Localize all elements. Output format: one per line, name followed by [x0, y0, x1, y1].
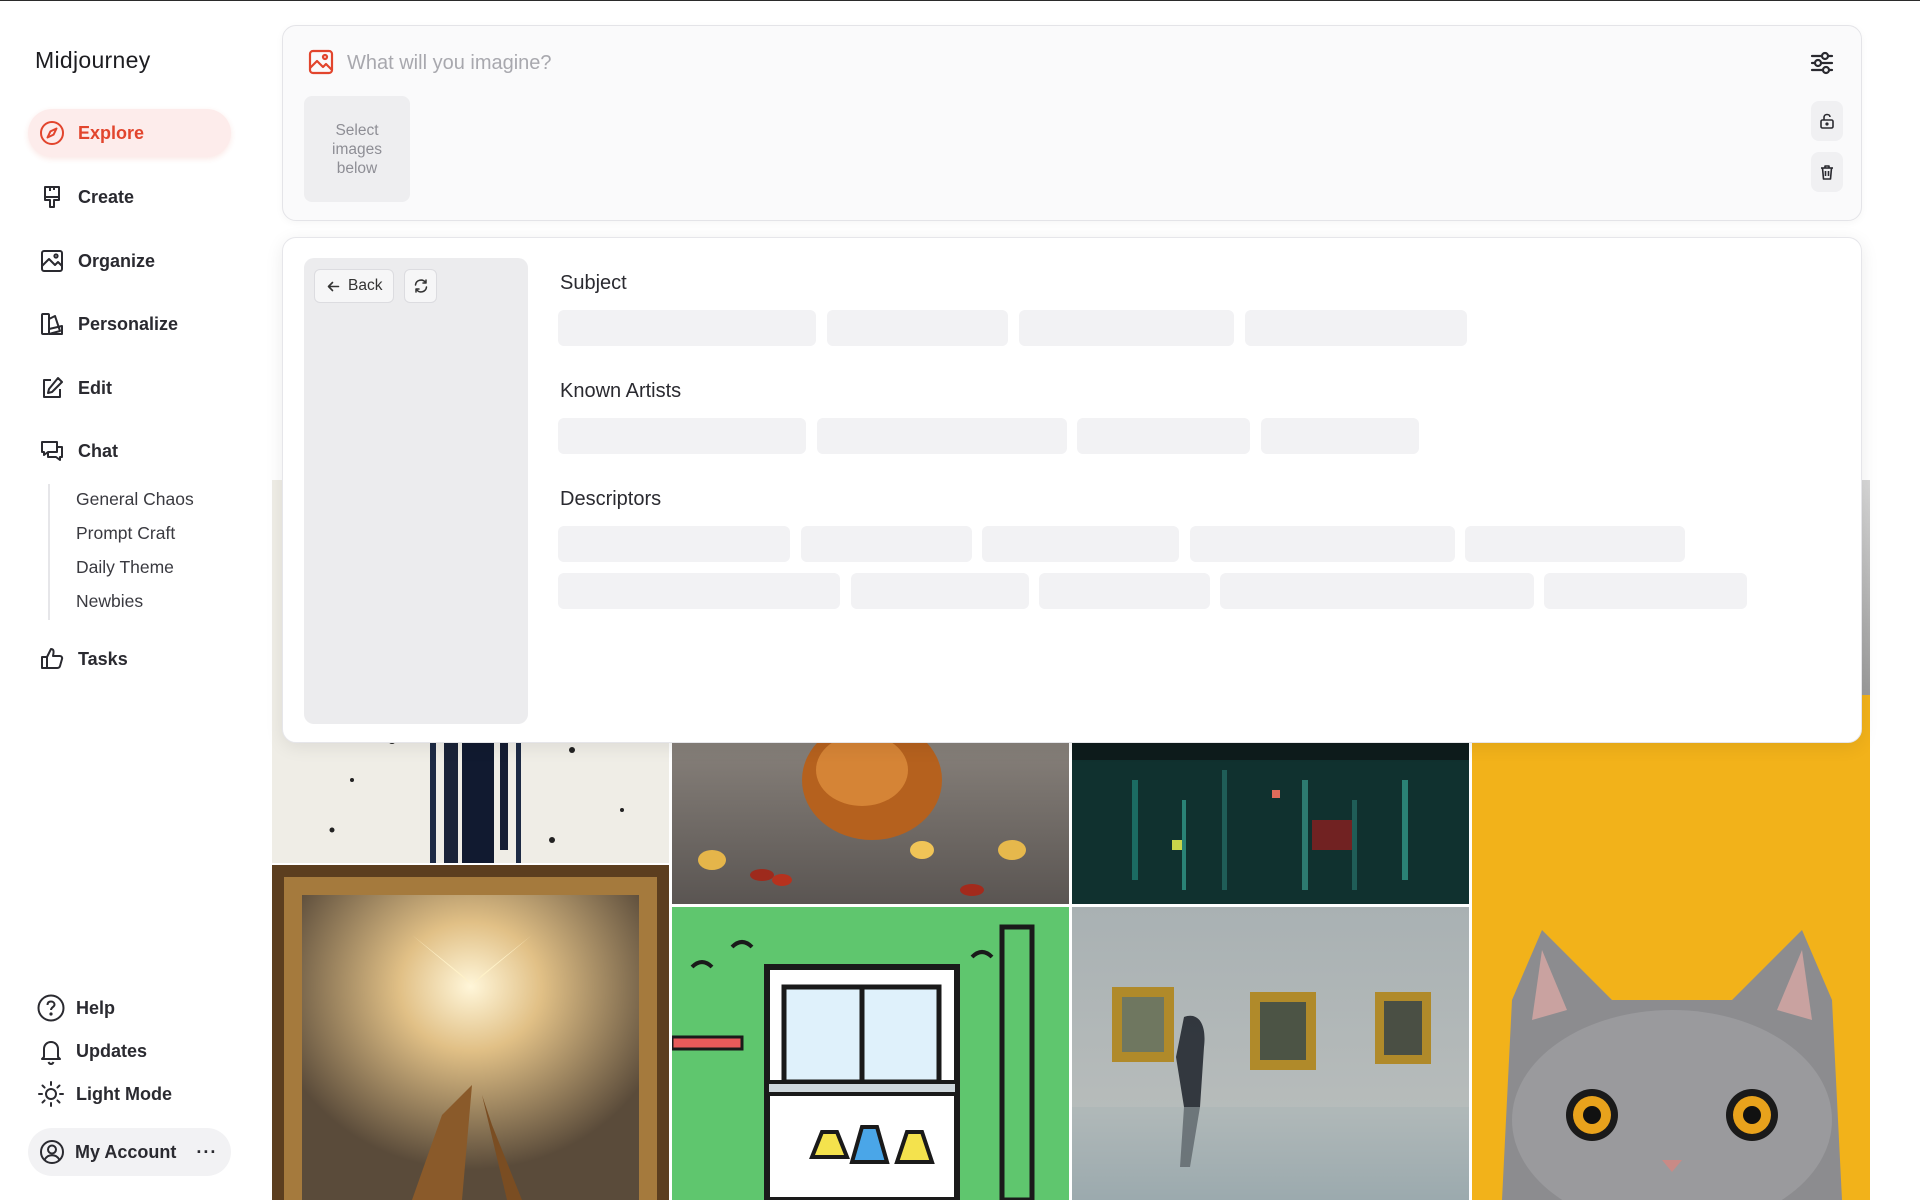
- chat-room-prompt-craft[interactable]: Prompt Craft: [76, 518, 194, 552]
- section-title-subject: Subject: [560, 272, 627, 294]
- nav-label: Edit: [78, 377, 112, 398]
- descriptor-chip-placeholder[interactable]: [558, 573, 840, 609]
- arrow-left-icon: [327, 281, 340, 291]
- descriptor-chip-placeholder[interactable]: [1465, 526, 1685, 562]
- descriptor-chip-placeholder[interactable]: [1544, 573, 1747, 609]
- updates-link[interactable]: Updates: [36, 1034, 147, 1068]
- descriptor-chip-placeholder[interactable]: [982, 526, 1179, 562]
- edit-icon: [43, 377, 63, 398]
- gallery-tile-cartoon-window[interactable]: [672, 907, 1069, 1200]
- descriptor-chip-placeholder[interactable]: [801, 526, 972, 562]
- account-button[interactable]: My Account ···: [28, 1128, 231, 1176]
- describe-panel: Back Subject Known Artists Descriptors: [282, 237, 1862, 743]
- chat-room-newbies[interactable]: Newbies: [76, 586, 194, 620]
- unlock-button[interactable]: [1811, 101, 1843, 141]
- help-link[interactable]: Help: [36, 991, 115, 1025]
- section-title-known-artists: Known Artists: [560, 380, 682, 402]
- image-prompt-icon[interactable]: [307, 48, 335, 76]
- settings-sliders-icon[interactable]: [1805, 46, 1839, 80]
- nav-item-tasks[interactable]: Tasks: [28, 635, 231, 683]
- sidebar: Midjourney Explore Create Organize Perso…: [0, 1, 270, 1200]
- unlock-icon: [1820, 113, 1834, 129]
- descriptor-chip-placeholder[interactable]: [558, 526, 790, 562]
- delete-button[interactable]: [1811, 152, 1843, 192]
- help-icon: [37, 994, 65, 1022]
- refresh-button[interactable]: [404, 269, 437, 303]
- nav-label: Create: [78, 186, 135, 207]
- angel-fresco-image: [272, 865, 669, 1200]
- nav-label: Chat: [78, 440, 118, 461]
- nav-item-chat[interactable]: Chat: [28, 427, 231, 475]
- gallery-tile-gallery-walker[interactable]: [1072, 907, 1469, 1200]
- subject-chip-placeholder[interactable]: [558, 310, 816, 346]
- prompt-box: Select images below: [282, 25, 1862, 221]
- account-label: My Account: [75, 1141, 177, 1162]
- select-images-slot[interactable]: Select images below: [304, 96, 410, 202]
- chat-room-general-chaos[interactable]: General Chaos: [76, 484, 194, 518]
- nav-label: Organize: [78, 250, 156, 271]
- nav-label: Explore: [78, 122, 145, 143]
- more-options-icon[interactable]: ···: [196, 1142, 217, 1163]
- descriptor-chip-placeholder[interactable]: [1039, 573, 1210, 609]
- nav-item-organize[interactable]: Organize: [28, 237, 231, 285]
- image-icon: [41, 250, 63, 272]
- light-mode-toggle[interactable]: Light Mode: [36, 1077, 172, 1111]
- compass-icon: [40, 121, 64, 145]
- app-logo-text: Midjourney: [35, 47, 151, 73]
- refresh-icon: [414, 279, 427, 293]
- nav-label: Tasks: [78, 648, 128, 669]
- nav-item-personalize[interactable]: Personalize: [28, 300, 231, 348]
- chat-icon: [41, 441, 63, 461]
- updates-label: Updates: [76, 1040, 148, 1061]
- sun-icon: [38, 1081, 64, 1107]
- back-label: Back: [348, 277, 383, 294]
- gallery-edge-image: [1862, 480, 1870, 695]
- prompt-input[interactable]: [347, 46, 1727, 80]
- nav-item-explore[interactable]: Explore: [28, 109, 231, 157]
- artist-chip-placeholder[interactable]: [1077, 418, 1250, 454]
- chat-room-daily-theme[interactable]: Daily Theme: [76, 552, 194, 586]
- back-button[interactable]: Back: [314, 269, 395, 303]
- artist-chip-placeholder[interactable]: [1261, 418, 1419, 454]
- trash-icon: [1821, 165, 1833, 180]
- subject-chip-placeholder[interactable]: [827, 310, 1008, 346]
- subject-chip-placeholder[interactable]: [1245, 310, 1467, 346]
- descriptor-chip-placeholder[interactable]: [851, 573, 1029, 609]
- palette-icon: [41, 313, 63, 335]
- image-preview-placeholder: Back: [304, 258, 528, 724]
- window-top-border: [0, 0, 1920, 1]
- artist-chip-placeholder[interactable]: [558, 418, 806, 454]
- artist-chip-placeholder[interactable]: [817, 418, 1067, 454]
- help-label: Help: [76, 997, 116, 1018]
- chat-rooms-list: General Chaos Prompt Craft Daily Theme N…: [48, 484, 194, 620]
- descriptor-chip-placeholder[interactable]: [1190, 526, 1455, 562]
- nav-label: Personalize: [78, 313, 179, 334]
- user-avatar-icon: [40, 1140, 64, 1164]
- descriptor-chip-placeholder[interactable]: [1220, 573, 1534, 609]
- subject-chip-placeholder[interactable]: [1019, 310, 1234, 346]
- bell-icon: [41, 1041, 61, 1065]
- gallery-tile-angel-fresco[interactable]: [272, 865, 669, 1200]
- thumbs-up-icon: [41, 648, 64, 669]
- paintbrush-icon: [44, 186, 60, 208]
- light-mode-label: Light Mode: [76, 1083, 172, 1104]
- nav-item-create[interactable]: Create: [28, 173, 231, 221]
- section-title-descriptors: Descriptors: [560, 488, 662, 510]
- gallery-walker-image: [1072, 907, 1469, 1200]
- nav-item-edit[interactable]: Edit: [28, 364, 231, 412]
- cartoon-window-image: [672, 907, 1069, 1200]
